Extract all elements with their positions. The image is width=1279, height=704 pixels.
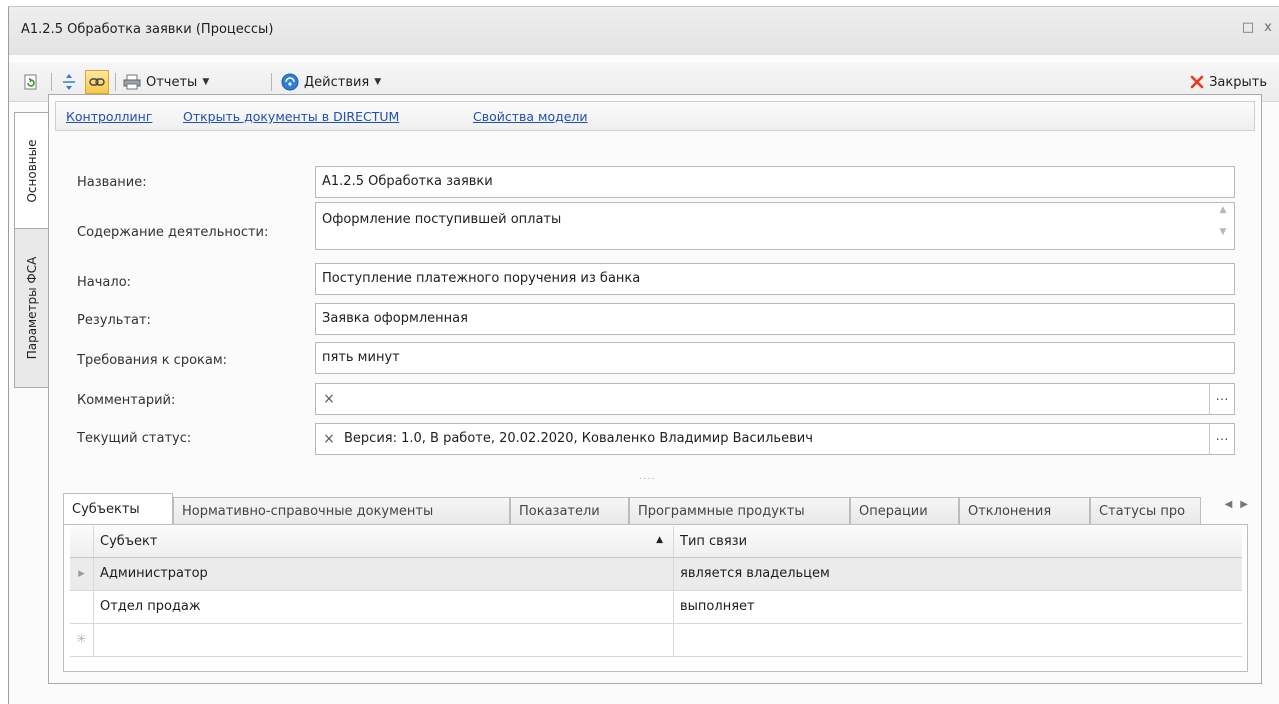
table-row[interactable]: ▸ Администратор является владельцем: [70, 558, 1242, 591]
tab-indicators[interactable]: Показатели: [510, 497, 629, 525]
close-label: Закрыть: [1209, 74, 1267, 90]
title-bar: A1.2.5 Обработка заявки (Процессы) □ x: [9, 7, 1279, 55]
splitter-handle[interactable]: ....: [639, 471, 656, 482]
window-title: A1.2.5 Обработка заявки (Процессы): [21, 22, 274, 37]
chevron-down-icon: ▼: [202, 77, 210, 87]
toolbar-separator: [51, 73, 52, 91]
split-arrows-icon: [63, 74, 75, 90]
main-panel: Контроллинг Открыть документы в DIRECTUM…: [48, 94, 1262, 684]
subject-cell[interactable]: Отдел продаж: [94, 591, 674, 623]
clear-icon[interactable]: ×: [316, 384, 342, 414]
side-tab-label: Основные: [24, 139, 39, 203]
result-field[interactable]: Заявка оформленная: [315, 303, 1235, 335]
name-label: Название:: [77, 175, 147, 190]
current-row-icon: ▸: [70, 558, 94, 590]
maximize-button[interactable]: □: [1239, 19, 1257, 37]
close-window-button[interactable]: x: [1259, 19, 1277, 37]
content-label: Содержание деятельности:: [77, 225, 269, 240]
browse-button[interactable]: …: [1209, 384, 1234, 414]
new-row-icon: ✳: [70, 624, 94, 656]
tab-scroll-left-icon[interactable]: ◀: [1225, 499, 1233, 510]
reports-label: Отчеты: [146, 74, 198, 90]
tab-scroll-arrows: ◀ ▶: [1217, 499, 1248, 510]
close-x-icon: [1190, 75, 1204, 89]
subject-cell[interactable]: [94, 624, 674, 656]
link-type-cell[interactable]: является владельцем: [674, 558, 1242, 590]
scroll-down-icon: ▼: [1219, 227, 1227, 237]
content-value: Оформление поступившей оплаты: [322, 212, 562, 227]
subject-cell[interactable]: Администратор: [94, 558, 674, 590]
link-type-cell[interactable]: [674, 624, 1242, 656]
chain-link-icon: [89, 78, 105, 86]
actions-label: Действия: [304, 74, 370, 90]
row-indicator-header: [70, 526, 94, 557]
printer-icon: [123, 74, 141, 90]
comment-label: Комментарий:: [77, 393, 176, 408]
open-directum-link[interactable]: Открыть документы в DIRECTUM: [183, 109, 399, 124]
chevron-down-icon: ▼: [374, 77, 382, 87]
tab-reference-docs[interactable]: Нормативно-справочные документы: [173, 497, 510, 525]
clear-icon[interactable]: ×: [316, 424, 342, 454]
deadlines-label: Требования к срокам:: [77, 353, 228, 368]
status-label: Текущий статус:: [77, 431, 192, 446]
row-indicator: [70, 591, 94, 623]
grid-header-row: Субъект ▲ Тип связи: [70, 526, 1242, 558]
new-row[interactable]: ✳: [70, 624, 1242, 657]
detail-tab-strip: Субъекты Нормативно-справочные документы…: [63, 493, 1248, 525]
result-label: Результат:: [77, 313, 151, 328]
side-tab-main[interactable]: Основные: [14, 112, 48, 230]
status-field[interactable]: × Версия: 1.0, В работе, 20.02.2020, Ков…: [315, 423, 1235, 455]
tab-software[interactable]: Программные продукты: [629, 497, 850, 525]
toolbar-separator: [271, 73, 272, 91]
tab-scroll-right-icon[interactable]: ▶: [1240, 499, 1248, 510]
start-label: Начало:: [77, 275, 132, 290]
deadlines-field[interactable]: пять минут: [315, 342, 1235, 374]
toolbar-separator: [115, 73, 116, 91]
controlling-link[interactable]: Контроллинг: [66, 109, 152, 124]
comment-field[interactable]: × …: [315, 383, 1235, 415]
content-field[interactable]: Оформление поступившей оплаты ▲ ▼: [315, 202, 1235, 250]
scroll-up-icon: ▲: [1219, 205, 1227, 215]
status-value: Версия: 1.0, В работе, 20.02.2020, Ковал…: [344, 431, 813, 446]
column-header-label: Субъект: [100, 534, 158, 549]
refresh-icon: [24, 74, 37, 90]
content-scrollbar[interactable]: ▲ ▼: [1214, 205, 1232, 247]
start-field[interactable]: Поступление платежного поручения из банк…: [315, 263, 1235, 295]
subjects-grid-frame: Субъект ▲ Тип связи ▸ Администратор явля…: [63, 524, 1248, 672]
model-properties-link[interactable]: Свойства модели: [473, 109, 588, 124]
browse-button[interactable]: …: [1209, 424, 1234, 454]
subjects-grid: Субъект ▲ Тип связи ▸ Администратор явля…: [70, 526, 1242, 657]
tab-statuses[interactable]: Статусы про: [1090, 497, 1201, 525]
table-row[interactable]: Отдел продаж выполняет: [70, 591, 1242, 624]
sort-ascending-icon: ▲: [656, 535, 663, 545]
column-header-subject[interactable]: Субъект ▲: [94, 526, 674, 557]
tab-subjects[interactable]: Субъекты: [63, 493, 173, 525]
actions-globe-icon: [281, 73, 299, 91]
tab-operations[interactable]: Операции: [850, 497, 959, 525]
column-header-link-type[interactable]: Тип связи: [674, 526, 1242, 557]
refresh-button[interactable]: [23, 63, 39, 101]
name-field[interactable]: A1.2.5 Обработка заявки: [315, 166, 1235, 198]
side-tab-fsa-params[interactable]: Параметры ФСА: [14, 228, 48, 388]
links-bar: Контроллинг Открыть документы в DIRECTUM…: [55, 101, 1255, 131]
link-type-cell[interactable]: выполняет: [674, 591, 1242, 623]
tab-deviations[interactable]: Отклонения: [959, 497, 1090, 525]
side-tab-label: Параметры ФСА: [24, 256, 39, 360]
